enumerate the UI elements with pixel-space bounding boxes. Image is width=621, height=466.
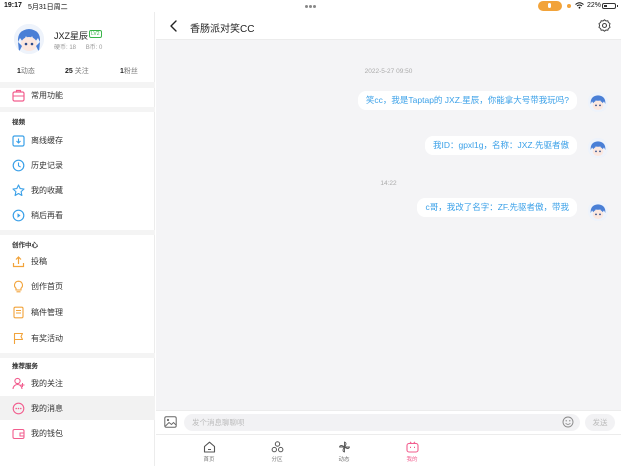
- status-bar: 19:17 5月31日周二 22%: [0, 0, 621, 12]
- microphone-icon: [538, 1, 562, 11]
- menu-item-drafts[interactable]: 稿件管理: [0, 300, 155, 324]
- message-timestamp: 14:22: [380, 180, 397, 187]
- download-folder-icon: [12, 135, 25, 147]
- user-follow-icon: [12, 377, 25, 390]
- multitasking-dots-icon[interactable]: [305, 3, 317, 8]
- status-time: 19:17: [4, 2, 22, 9]
- tab-dynamic[interactable]: 动态: [329, 441, 359, 465]
- pinwheel-icon: [338, 441, 350, 453]
- profile-stats: 1动态 25 关注 1粉丝: [0, 63, 155, 77]
- coin-info: 硬币: 18 B币: 0: [54, 42, 110, 51]
- bilibili-tv-icon: [405, 441, 419, 453]
- lightbulb-icon: [13, 280, 24, 293]
- upload-icon: [12, 256, 25, 268]
- toolbox-icon: [12, 89, 25, 102]
- menu-item-submit[interactable]: 投稿: [0, 249, 155, 273]
- flag-icon: [13, 332, 24, 344]
- tab-mine[interactable]: 我的: [397, 441, 427, 465]
- divider: [0, 353, 155, 358]
- stat-dynamics[interactable]: 1动态: [17, 66, 35, 76]
- document-icon: [13, 306, 24, 319]
- send-button[interactable]: 发送: [585, 414, 615, 431]
- star-icon: [12, 184, 25, 197]
- profile-card[interactable]: JXZ星辰 LV2 硬币: 18 B币: 0 1动态 25 关注 1粉丝: [0, 12, 155, 82]
- avatar[interactable]: [588, 138, 608, 158]
- username: JXZ星辰: [54, 31, 89, 41]
- back-arrow-icon[interactable]: [168, 19, 180, 33]
- section-title-recommend: 推荐服务: [12, 363, 38, 370]
- chat-message-bubble[interactable]: 我ID：gpxl1g，名称：JXZ.先驱者傲: [424, 136, 577, 155]
- wallet-icon: [12, 428, 25, 440]
- battery-percent: 22%: [587, 2, 602, 9]
- wifi-icon: [575, 2, 584, 11]
- section-title-creator: 创作中心: [12, 242, 38, 249]
- chat-title: 香肠派对笑CC: [190, 24, 255, 35]
- bottom-tab-bar: 首页 分区 动态 我的: [156, 434, 621, 466]
- status-date: 5月31日周二: [28, 4, 68, 11]
- battery-icon: [602, 3, 618, 9]
- history-clock-icon: [12, 159, 25, 172]
- menu-item-favorites[interactable]: 我的收藏: [0, 178, 155, 202]
- stat-following[interactable]: 25 关注: [65, 66, 89, 76]
- message-input-bar: 发送: [156, 410, 621, 434]
- divider: [0, 230, 155, 235]
- message-input[interactable]: [184, 414, 580, 431]
- menu-item-my-wallet[interactable]: 我的钱包: [0, 421, 155, 445]
- menu-item-rewards[interactable]: 有奖活动: [0, 326, 155, 350]
- divider: [0, 107, 155, 112]
- menu-item-offline[interactable]: 离线缓存: [0, 128, 155, 152]
- menu-item-my-follows[interactable]: 我的关注: [0, 371, 155, 395]
- menu-item-my-messages[interactable]: 我的消息: [0, 396, 155, 420]
- gear-icon[interactable]: [598, 19, 611, 32]
- privacy-indicator-icon: [567, 4, 571, 8]
- category-circles-icon: [271, 441, 283, 453]
- stat-fans[interactable]: 1粉丝: [120, 66, 138, 76]
- chat-header: 香肠派对笑CC: [156, 12, 621, 40]
- hard-coins: 硬币: 18: [54, 45, 77, 51]
- menu-item-watch-later[interactable]: 稍后再看: [0, 203, 155, 227]
- image-icon[interactable]: [164, 416, 177, 428]
- home-icon: [203, 441, 215, 453]
- message-timestamp: 2022-5-27 09:50: [364, 68, 413, 75]
- tab-home[interactable]: 首页: [194, 441, 224, 465]
- sidebar: JXZ星辰 LV2 硬币: 18 B币: 0 1动态 25 关注 1粉丝 常用功…: [0, 12, 155, 466]
- b-coins: B币: 0: [85, 45, 103, 51]
- chat-message-bubble[interactable]: c哥，我改了名字：ZF.先驱者傲，带我: [417, 198, 577, 217]
- avatar[interactable]: [14, 24, 44, 54]
- watch-later-icon: [12, 209, 25, 222]
- menu-item-common[interactable]: 常用功能: [0, 83, 155, 107]
- menu-item-history[interactable]: 历史记录: [0, 153, 155, 177]
- emoji-icon[interactable]: [562, 416, 574, 428]
- section-title-video: 视频: [12, 119, 25, 126]
- message-bubble-icon: [12, 402, 25, 415]
- menu-item-creator-home[interactable]: 创作首页: [0, 274, 155, 298]
- chat-message-bubble[interactable]: 笑cc，我是Taptap的 JXZ.星辰，你能拿大号带我玩吗?: [357, 91, 577, 110]
- tab-category[interactable]: 分区: [262, 441, 292, 465]
- avatar[interactable]: [588, 201, 608, 221]
- chat-panel: 香肠派对笑CC 2022-5-27 09:50 笑cc，我是Taptap的 JX…: [156, 12, 621, 466]
- level-badge: LV2: [89, 30, 102, 38]
- avatar[interactable]: [588, 92, 608, 112]
